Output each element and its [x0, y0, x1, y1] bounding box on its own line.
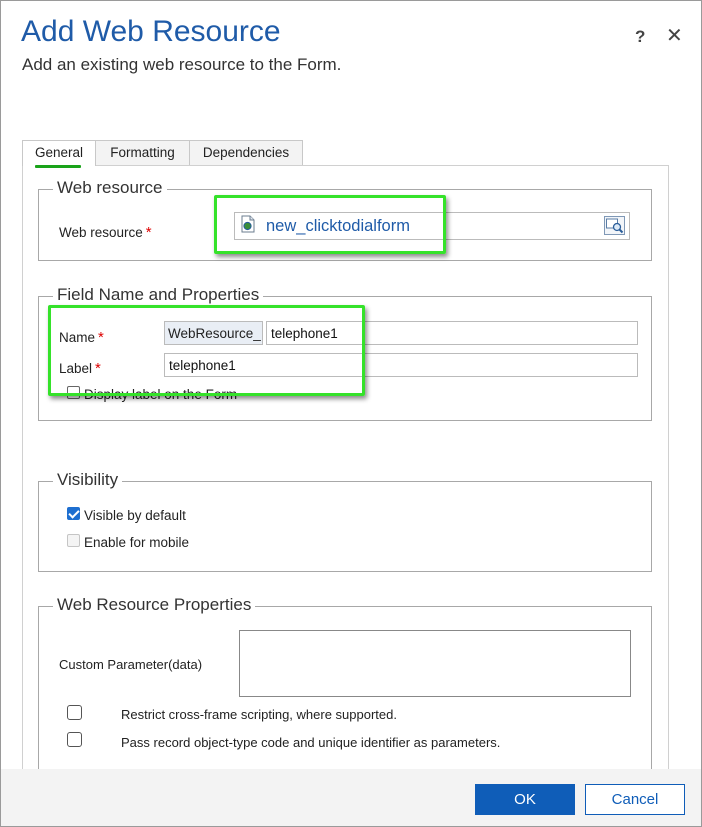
restrict-cross-frame-label: Restrict cross-frame scripting, where su… [121, 707, 397, 722]
web-resource-value-link[interactable]: new_clicktodialform [266, 217, 410, 236]
dialog-title: Add Web Resource [21, 15, 281, 48]
label-input[interactable] [164, 353, 638, 377]
pass-record-label: Pass record object-type code and unique … [121, 735, 501, 750]
required-asterisk: * [145, 224, 152, 241]
web-resource-properties-group-title: Web Resource Properties [53, 595, 256, 615]
cancel-button[interactable]: Cancel [585, 784, 685, 815]
add-web-resource-dialog: Add Web Resource Add an existing web res… [0, 0, 702, 827]
visible-by-default-label: Visible by default [84, 508, 186, 523]
required-asterisk: * [98, 329, 104, 346]
dialog-subtitle: Add an existing web resource to the Form… [22, 55, 342, 74]
name-label: Name * [59, 329, 104, 346]
display-label-checkbox[interactable] [67, 386, 80, 399]
display-label-text: Display label on the Form [84, 387, 238, 402]
enable-for-mobile-label: Enable for mobile [84, 535, 190, 550]
enable-for-mobile-checkbox[interactable] [67, 534, 80, 547]
custom-parameter-label: Custom Parameter(data) [59, 657, 203, 672]
tab-general[interactable]: General [22, 140, 96, 166]
web-resource-group-title: Web resource [53, 178, 167, 198]
close-icon[interactable]: ✕ [666, 23, 683, 48]
pass-record-checkbox[interactable] [67, 732, 82, 747]
visible-by-default-checkbox[interactable] [67, 507, 80, 520]
field-properties-group-title: Field Name and Properties [53, 285, 264, 305]
name-prefix: WebResource_ [164, 321, 263, 345]
required-asterisk: * [95, 360, 101, 377]
restrict-cross-frame-checkbox[interactable] [67, 705, 82, 720]
visibility-group: Visibility [38, 470, 652, 572]
name-input[interactable] [266, 321, 638, 345]
web-resource-file-icon [240, 215, 256, 233]
tab-dependencies[interactable]: Dependencies [189, 140, 303, 165]
visibility-group-title: Visibility [53, 470, 123, 490]
help-icon[interactable]: ? [635, 27, 645, 47]
name-label-text: Name [59, 330, 96, 345]
tab-formatting[interactable]: Formatting [95, 140, 190, 165]
web-resource-label-text: Web resource [59, 225, 143, 240]
web-resource-label: Web resource * [59, 224, 152, 241]
label-label: Label * [59, 360, 101, 377]
lookup-search-icon[interactable] [604, 216, 625, 235]
tab-active-underline [35, 165, 81, 168]
custom-parameter-input[interactable] [239, 630, 631, 697]
ok-button[interactable]: OK [475, 784, 575, 815]
label-label-text: Label [59, 361, 93, 376]
